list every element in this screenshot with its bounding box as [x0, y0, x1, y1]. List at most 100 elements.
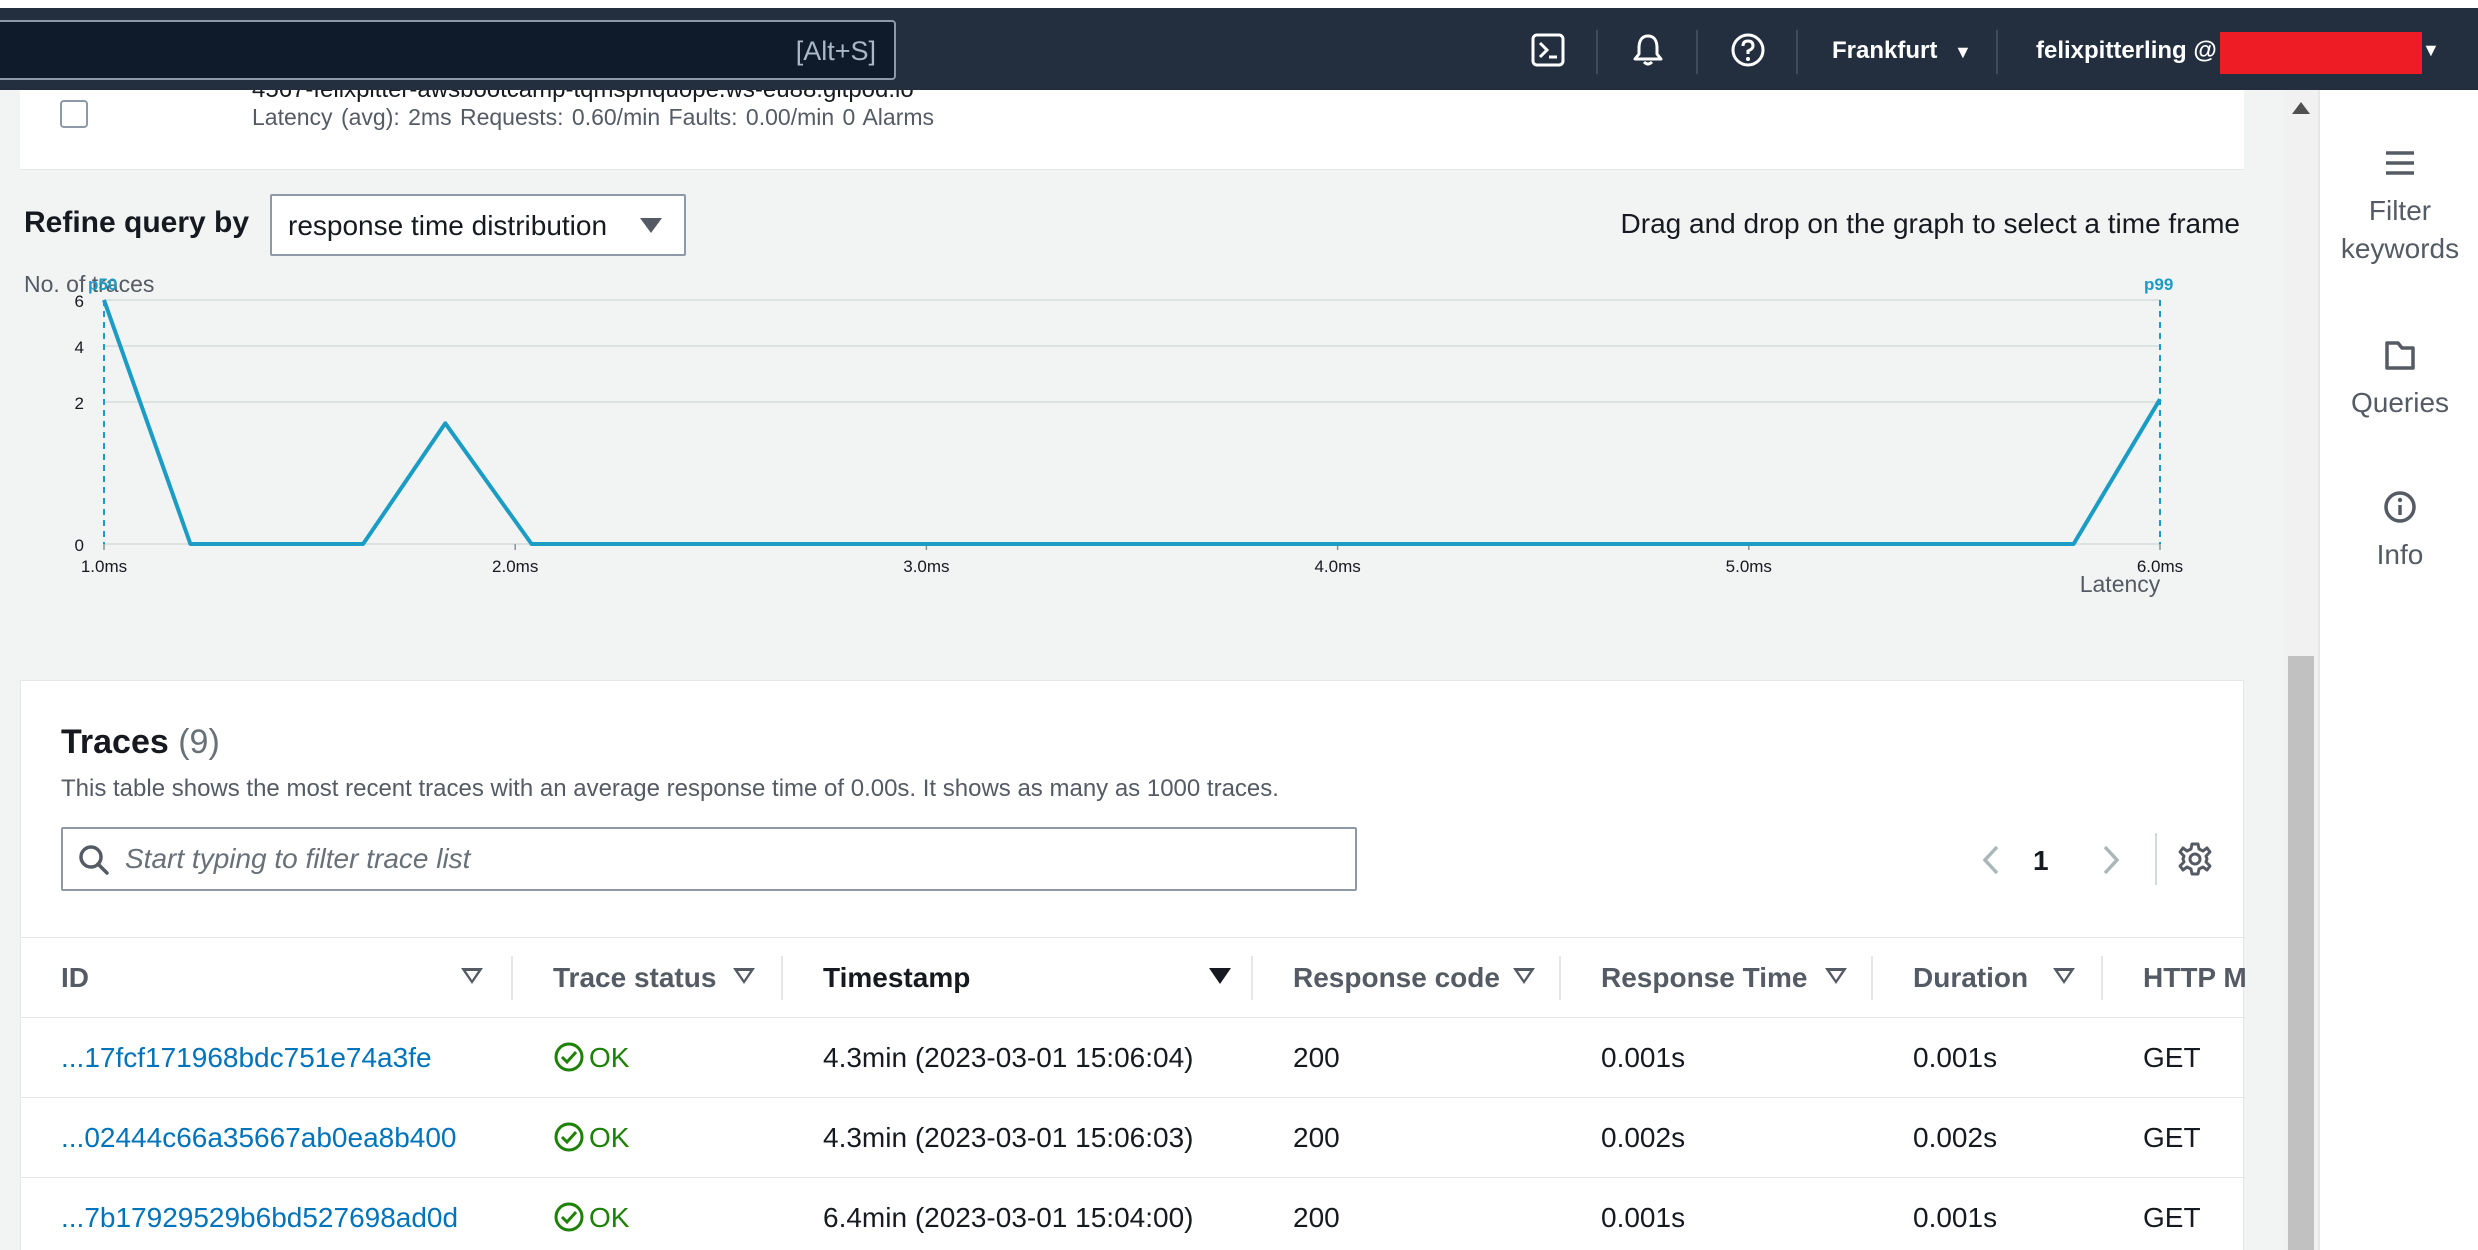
- next-page-icon[interactable]: [2095, 843, 2125, 877]
- scroll-up-arrow-icon[interactable]: [2292, 102, 2310, 114]
- refine-query-select[interactable]: response time distribution: [270, 194, 686, 256]
- redacted-account-id: [2220, 32, 2422, 74]
- previous-page-icon[interactable]: [1977, 843, 2007, 877]
- info-button[interactable]: Info: [2320, 490, 2478, 574]
- trace-status-cell: OK: [513, 1177, 783, 1250]
- x-tick-label: 1.0ms: [81, 557, 127, 576]
- gear-icon[interactable]: [2177, 841, 2213, 877]
- filter-keywords-label: Filter keywords: [2340, 195, 2460, 264]
- status-text: OK: [589, 1202, 630, 1233]
- table-row[interactable]: ...17fcf171968bdc751e74a3fe OK 4.3min (2…: [21, 1017, 2245, 1098]
- column-header-response-time[interactable]: Response Time: [1561, 937, 1873, 1018]
- column-header-id[interactable]: ID: [21, 937, 513, 1018]
- percentile-marker-label: p99: [2144, 275, 2173, 294]
- y-tick-label: 0: [75, 536, 84, 555]
- x-tick-label: 4.0ms: [1314, 557, 1360, 576]
- trace-status-cell: OK: [513, 1017, 783, 1098]
- status-text: OK: [589, 1042, 630, 1073]
- status-ok-icon: [554, 1042, 584, 1072]
- http-method-cell: GET: [2103, 1177, 2245, 1250]
- scrollbar-thumb[interactable]: [2288, 656, 2314, 1250]
- table-row[interactable]: ...02444c66a35667ab0ea8b400 OK 4.3min (2…: [21, 1097, 2245, 1178]
- page-scrollbar[interactable]: [2284, 90, 2318, 1250]
- traces-count: (9): [178, 723, 220, 761]
- sort-icon[interactable]: [1513, 968, 1535, 984]
- service-metrics: Latency (avg): 2ms Requests: 0.60/min Fa…: [252, 104, 935, 130]
- y-tick-label: 2: [75, 394, 84, 413]
- y-tick-label: 4: [75, 338, 84, 357]
- filter-keywords-button[interactable]: Filter keywords: [2320, 146, 2478, 268]
- trace-filter-box[interactable]: [61, 827, 1357, 891]
- chevron-down-icon[interactable]: ▼: [2422, 40, 2440, 61]
- help-icon[interactable]: [1730, 32, 1766, 68]
- trace-filter-input[interactable]: [125, 839, 1325, 879]
- drag-select-hint: Drag and drop on the graph to select a t…: [1620, 208, 2240, 239]
- refine-query-selected-value: response time distribution: [288, 210, 608, 241]
- response-time-cell: 0.001s: [1561, 1017, 1873, 1098]
- http-method-cell: GET: [2103, 1097, 2245, 1178]
- percentile-marker-label: p50: [88, 275, 117, 294]
- sort-icon[interactable]: [733, 968, 755, 984]
- duration-cell: 0.001s: [1873, 1177, 2103, 1250]
- search-shortcut-hint: [Alt+S]: [795, 36, 876, 66]
- traces-title: Traces: [61, 723, 169, 761]
- topbar-divider: [1596, 30, 1598, 74]
- chart-series: [102, 299, 2162, 546]
- x-axis-label: Latency: [2080, 571, 2161, 597]
- info-label: Info: [2376, 539, 2424, 570]
- timestamp-cell: 6.4min (2023-03-01 15:04:00): [783, 1177, 1253, 1250]
- menu-lines-icon: [2386, 151, 2414, 175]
- search-icon: [79, 845, 109, 875]
- trace-id-link[interactable]: ...02444c66a35667ab0ea8b400: [61, 1122, 457, 1153]
- folder-icon: [2385, 341, 2415, 370]
- duration-cell: 0.001s: [1873, 1017, 2103, 1098]
- trace-id-link[interactable]: ...17fcf171968bdc751e74a3fe: [61, 1042, 432, 1073]
- account-menu[interactable]: felixpitterling @: [2036, 37, 2217, 65]
- info-icon: [2384, 491, 2416, 523]
- status-text: OK: [589, 1122, 630, 1153]
- column-header-http-method[interactable]: HTTP Me: [2103, 937, 2245, 1018]
- queries-button[interactable]: Queries: [2320, 338, 2478, 422]
- cloudshell-icon[interactable]: [1530, 32, 1566, 68]
- response-code-cell: 200: [1253, 1017, 1561, 1098]
- sort-descending-icon[interactable]: [1209, 968, 1231, 984]
- topbar-divider: [1796, 30, 1798, 74]
- notifications-bell-icon[interactable]: [1630, 32, 1666, 68]
- status-ok-icon: [554, 1122, 584, 1152]
- region-selector[interactable]: Frankfurt ▼: [1832, 37, 1972, 65]
- chevron-down-icon: ▼: [1954, 42, 1972, 62]
- x-tick-label: 2.0ms: [492, 557, 538, 576]
- global-search-box[interactable]: [Alt+S]: [0, 20, 896, 80]
- side-tools-panel: Filter keywords Queries Info: [2318, 90, 2478, 1250]
- table-header-row: ID Trace status Timestamp Response code …: [21, 937, 2245, 1018]
- table-row[interactable]: ...7b17929529b6bd527698ad0d OK 6.4min (2…: [21, 1177, 2245, 1250]
- traces-heading: Traces (9): [61, 723, 220, 762]
- trace-id-link[interactable]: ...7b17929529b6bd527698ad0d: [61, 1202, 458, 1233]
- column-header-duration[interactable]: Duration: [1873, 937, 2103, 1018]
- queries-label: Queries: [2350, 387, 2450, 418]
- top-navigation-bar: [Alt+S] Frankfurt ▼ felixpitterling @ ▼: [0, 8, 2478, 90]
- caret-down-icon: [640, 218, 662, 233]
- column-header-response-code[interactable]: Response code: [1253, 937, 1561, 1018]
- traces-description: This table shows the most recent traces …: [61, 775, 1279, 802]
- column-header-trace-status[interactable]: Trace status: [513, 937, 783, 1018]
- sort-icon[interactable]: [2053, 968, 2075, 984]
- response-time-cell: 0.002s: [1561, 1097, 1873, 1178]
- x-tick-label: 3.0ms: [903, 557, 949, 576]
- service-checkbox[interactable]: [60, 100, 88, 128]
- y-tick-label: 6: [75, 292, 84, 311]
- trace-id-cell: ...02444c66a35667ab0ea8b400: [21, 1097, 513, 1178]
- traces-table: ID Trace status Timestamp Response code …: [21, 937, 2245, 1250]
- topbar-divider: [1696, 30, 1698, 74]
- current-page-number[interactable]: 1: [2033, 845, 2049, 877]
- traces-panel: Traces (9) This table shows the most rec…: [20, 680, 2245, 1250]
- sort-icon[interactable]: [1825, 968, 1847, 984]
- sort-icon[interactable]: [461, 968, 483, 984]
- column-header-timestamp[interactable]: Timestamp: [783, 937, 1253, 1018]
- main-content: 4567-felixpitter-awsbootcamp-tqmsphquope…: [0, 90, 2284, 1250]
- response-time-distribution-chart[interactable]: No. of traces 0246 1.0ms 2.0ms 3.0ms 4.0ms 5…: [0, 270, 2284, 630]
- timestamp-cell: 4.3min (2023-03-01 15:06:03): [783, 1097, 1253, 1178]
- pager-divider: [2155, 833, 2157, 885]
- http-method-cell: GET: [2103, 1017, 2245, 1098]
- response-code-cell: 200: [1253, 1177, 1561, 1250]
